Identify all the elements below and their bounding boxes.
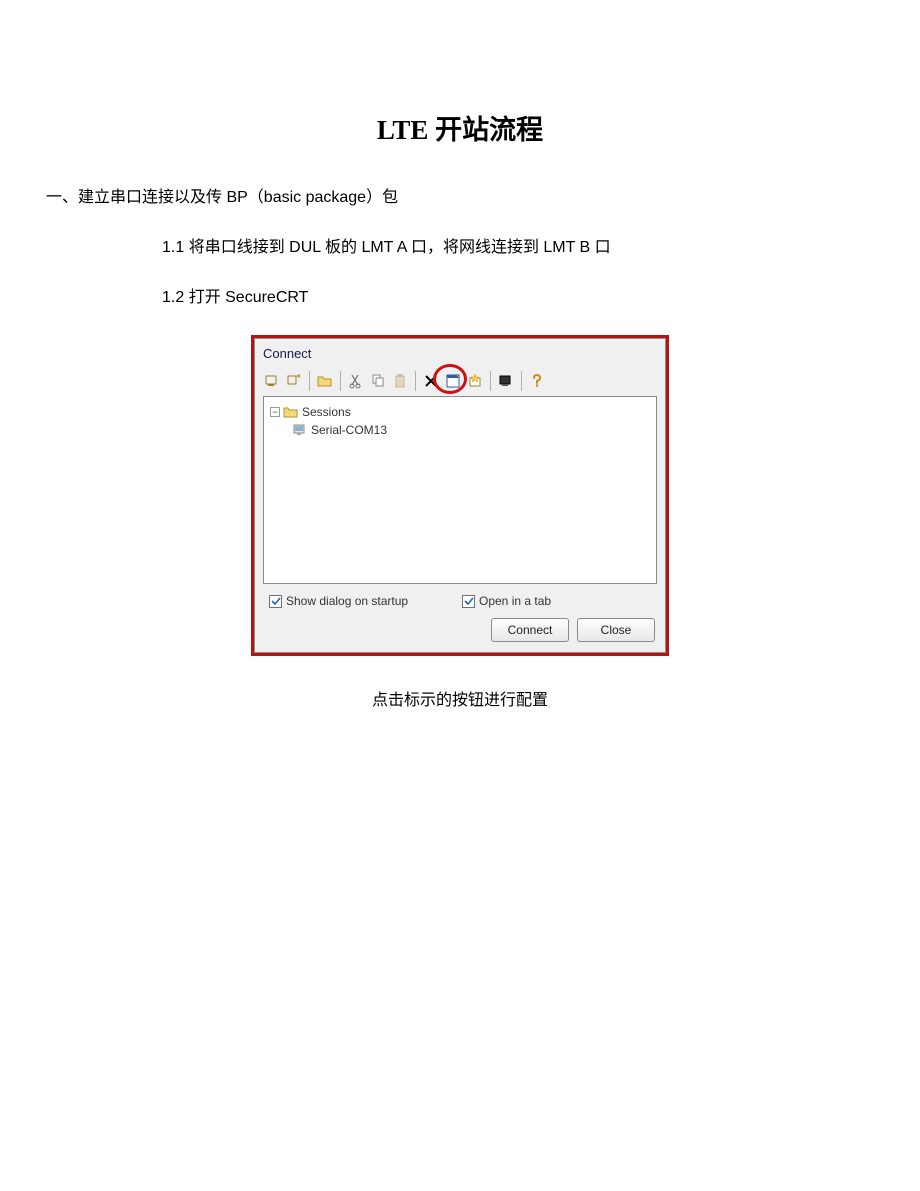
properties-icon[interactable] [442, 370, 464, 392]
screenshot-caption: 点击标示的按钮进行配置 [0, 686, 920, 710]
connect-icon[interactable] [261, 370, 283, 392]
session-icon [292, 423, 308, 437]
screenshot-wrapper: Connect [0, 335, 920, 656]
separator-icon [521, 371, 522, 391]
dialog-highlight-border: Connect [251, 335, 669, 656]
sub-item-1-1: 1.1 将串口线接到 DUL 板的 LMT A 口，将网线连接到 LMT B 口 [46, 233, 920, 257]
connect-dialog: Connect [254, 338, 666, 653]
checkbox-label: Open in a tab [479, 594, 551, 608]
new-session-icon[interactable] [464, 370, 486, 392]
tree-child[interactable]: Serial-COM13 [270, 421, 650, 439]
tree-root-label: Sessions [302, 405, 351, 419]
collapse-icon[interactable]: − [270, 407, 280, 417]
checkbox-checked-icon [462, 595, 475, 608]
open-tab-checkbox[interactable]: Open in a tab [462, 594, 655, 608]
tree-root[interactable]: − Sessions [270, 403, 650, 421]
checkbox-label: Show dialog on startup [286, 594, 408, 608]
checkbox-checked-icon [269, 595, 282, 608]
folder-icon [283, 405, 299, 419]
quick-connect-icon[interactable] [283, 370, 305, 392]
section-heading: 一、建立串口连接以及传 BP（basic package）包 [46, 183, 920, 207]
separator-icon [340, 371, 341, 391]
help-icon[interactable] [526, 370, 548, 392]
new-folder-icon[interactable] [314, 370, 336, 392]
connect-button[interactable]: Connect [491, 618, 569, 642]
section-1: 一、建立串口连接以及传 BP（basic package）包 1.1 将串口线接… [0, 183, 920, 307]
delete-icon[interactable] [420, 370, 442, 392]
close-button[interactable]: Close [577, 618, 655, 642]
dialog-buttons: Connect Close [255, 612, 665, 652]
tree-child-label: Serial-COM13 [311, 423, 387, 437]
page-title: LTE 开站流程 [0, 0, 920, 147]
sub-item-1-2: 1.2 打开 SecureCRT [46, 283, 920, 307]
separator-icon [490, 371, 491, 391]
copy-icon[interactable] [367, 370, 389, 392]
sessions-tree[interactable]: − Sessions Serial-COM13 [263, 396, 657, 584]
separator-icon [309, 371, 310, 391]
show-dialog-checkbox[interactable]: Show dialog on startup [269, 594, 462, 608]
cut-icon[interactable] [345, 370, 367, 392]
options-row: Show dialog on startup Open in a tab [255, 584, 665, 612]
separator-icon [415, 371, 416, 391]
dialog-title: Connect [255, 339, 665, 367]
options-icon[interactable] [495, 370, 517, 392]
toolbar [255, 367, 665, 396]
paste-icon [389, 370, 411, 392]
